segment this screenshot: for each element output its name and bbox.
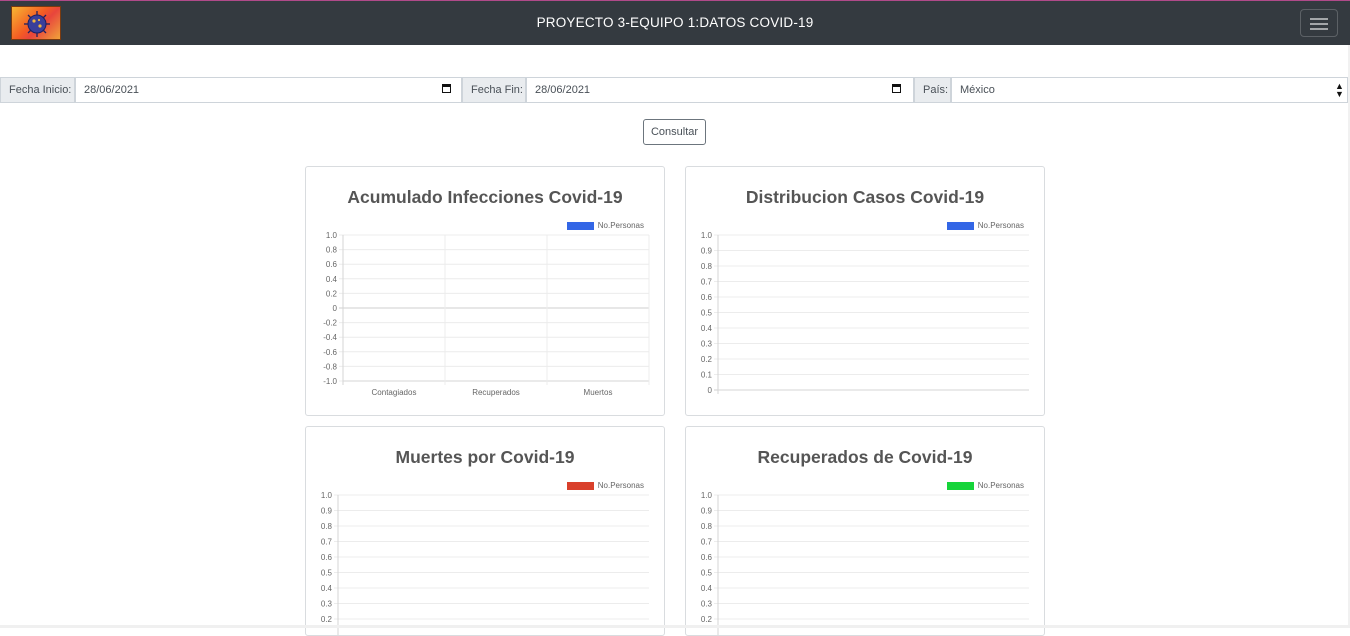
end-date-value: 28/06/2021 xyxy=(535,84,591,96)
y-tick-label: -1.0 xyxy=(323,377,337,386)
y-tick-label: 0.4 xyxy=(701,324,713,333)
y-tick-label: 0.3 xyxy=(321,600,333,609)
x-tick-label: Muertos xyxy=(584,388,613,397)
end-date-input[interactable]: 28/06/2021 xyxy=(526,77,914,103)
y-tick-label: 0.1 xyxy=(701,371,713,380)
y-tick-label: -0.8 xyxy=(323,362,337,371)
chart-plot: 1.0 0.8 0.6 0.4 0.2 0 -0.2 -0.4 -0.6 -0.8 -1.0 Cont… xyxy=(323,231,650,397)
chart-plot: 1.0 0.9 0.8 0.7 0.6 0.5 0.4 0.3 0.2 xyxy=(321,491,649,635)
y-tick-label: 0.8 xyxy=(701,522,713,531)
y-tick-label: 0.5 xyxy=(701,309,713,318)
y-tick-label: 0.6 xyxy=(326,260,338,269)
y-tick-label: -0.2 xyxy=(323,319,337,328)
y-tick-label: 0.7 xyxy=(701,538,713,547)
y-tick-label: 0.6 xyxy=(321,553,333,562)
calendar-icon[interactable] xyxy=(442,84,451,93)
select-caret-icon: ▲ ▼ xyxy=(1335,81,1344,99)
chart-plot: 1.0 0.9 0.8 0.7 0.6 0.5 0.4 0.3 0.2 0.1 0 xyxy=(701,231,1029,395)
y-tick-label: 0.2 xyxy=(321,615,333,624)
y-tick-label: 0 xyxy=(708,386,713,395)
hamburger-menu-icon[interactable] xyxy=(1300,9,1338,37)
start-date-label: Fecha Inicio: xyxy=(0,77,75,103)
y-tick-label: 0.7 xyxy=(701,278,713,287)
chart-card-deaths: Muertes por Covid-19 No.Personas 1.0 0.9 0.8… xyxy=(305,426,665,636)
navbar: PROYECTO 3-EQUIPO 1:DATOS COVID-19 xyxy=(0,1,1350,45)
x-tick-label: Contagiados xyxy=(372,388,417,397)
page-title: PROYECTO 3-EQUIPO 1:DATOS COVID-19 xyxy=(536,15,814,30)
y-tick-label: 0.6 xyxy=(701,553,713,562)
end-date-label: Fecha Fin: xyxy=(462,77,526,103)
chart-card-distribution: Distribucion Casos Covid-19 No.Personas 1.… xyxy=(685,166,1045,416)
y-tick-label: 0.3 xyxy=(701,340,713,349)
y-tick-label: 1.0 xyxy=(701,231,713,240)
y-tick-label: 0 xyxy=(333,304,338,313)
calendar-icon[interactable] xyxy=(892,84,901,93)
y-tick-label: 0.6 xyxy=(701,293,713,302)
y-tick-label: 0.7 xyxy=(321,538,333,547)
y-tick-label: 0.9 xyxy=(701,507,713,516)
start-date-input[interactable]: 28/06/2021 xyxy=(75,77,462,103)
y-tick-label: -0.4 xyxy=(323,333,337,342)
y-tick-label: 1.0 xyxy=(701,491,713,500)
country-value: México xyxy=(960,84,995,96)
y-tick-label: 0.8 xyxy=(701,262,713,271)
chart-plot: 1.0 0.9 0.8 0.7 0.6 0.5 0.4 0.3 0.2 xyxy=(701,491,1029,635)
consult-button[interactable]: Consultar xyxy=(643,119,706,145)
chart-card-recovered: Recuperados de Covid-19 No.Personas 1.0 0.9… xyxy=(685,426,1045,636)
y-tick-label: 0.3 xyxy=(701,600,713,609)
y-tick-label: 0.2 xyxy=(701,615,713,624)
x-tick-label: Recuperados xyxy=(472,388,520,397)
chart-card-accumulated: Acumulado Infecciones Covid-19 No.Persona… xyxy=(305,166,665,416)
country-label: País: xyxy=(914,77,951,103)
y-tick-label: 0.8 xyxy=(321,522,333,531)
y-tick-label: 0.9 xyxy=(321,507,333,516)
y-tick-label: 0.9 xyxy=(701,247,713,256)
y-tick-label: 0.2 xyxy=(701,355,713,364)
start-date-value: 28/06/2021 xyxy=(84,84,140,96)
y-tick-label: 0.4 xyxy=(326,275,338,284)
y-tick-label: 0.4 xyxy=(321,584,333,593)
y-tick-label: 1.0 xyxy=(326,231,338,240)
country-select[interactable]: México ▲ ▼ xyxy=(951,77,1348,103)
y-tick-label: 0.5 xyxy=(701,569,713,578)
y-tick-label: 0.5 xyxy=(321,569,333,578)
y-tick-label: 0.8 xyxy=(326,246,338,255)
y-tick-label: -0.6 xyxy=(323,348,337,357)
y-tick-label: 0.2 xyxy=(326,289,338,298)
y-tick-label: 1.0 xyxy=(321,491,333,500)
y-tick-label: 0.4 xyxy=(701,584,713,593)
